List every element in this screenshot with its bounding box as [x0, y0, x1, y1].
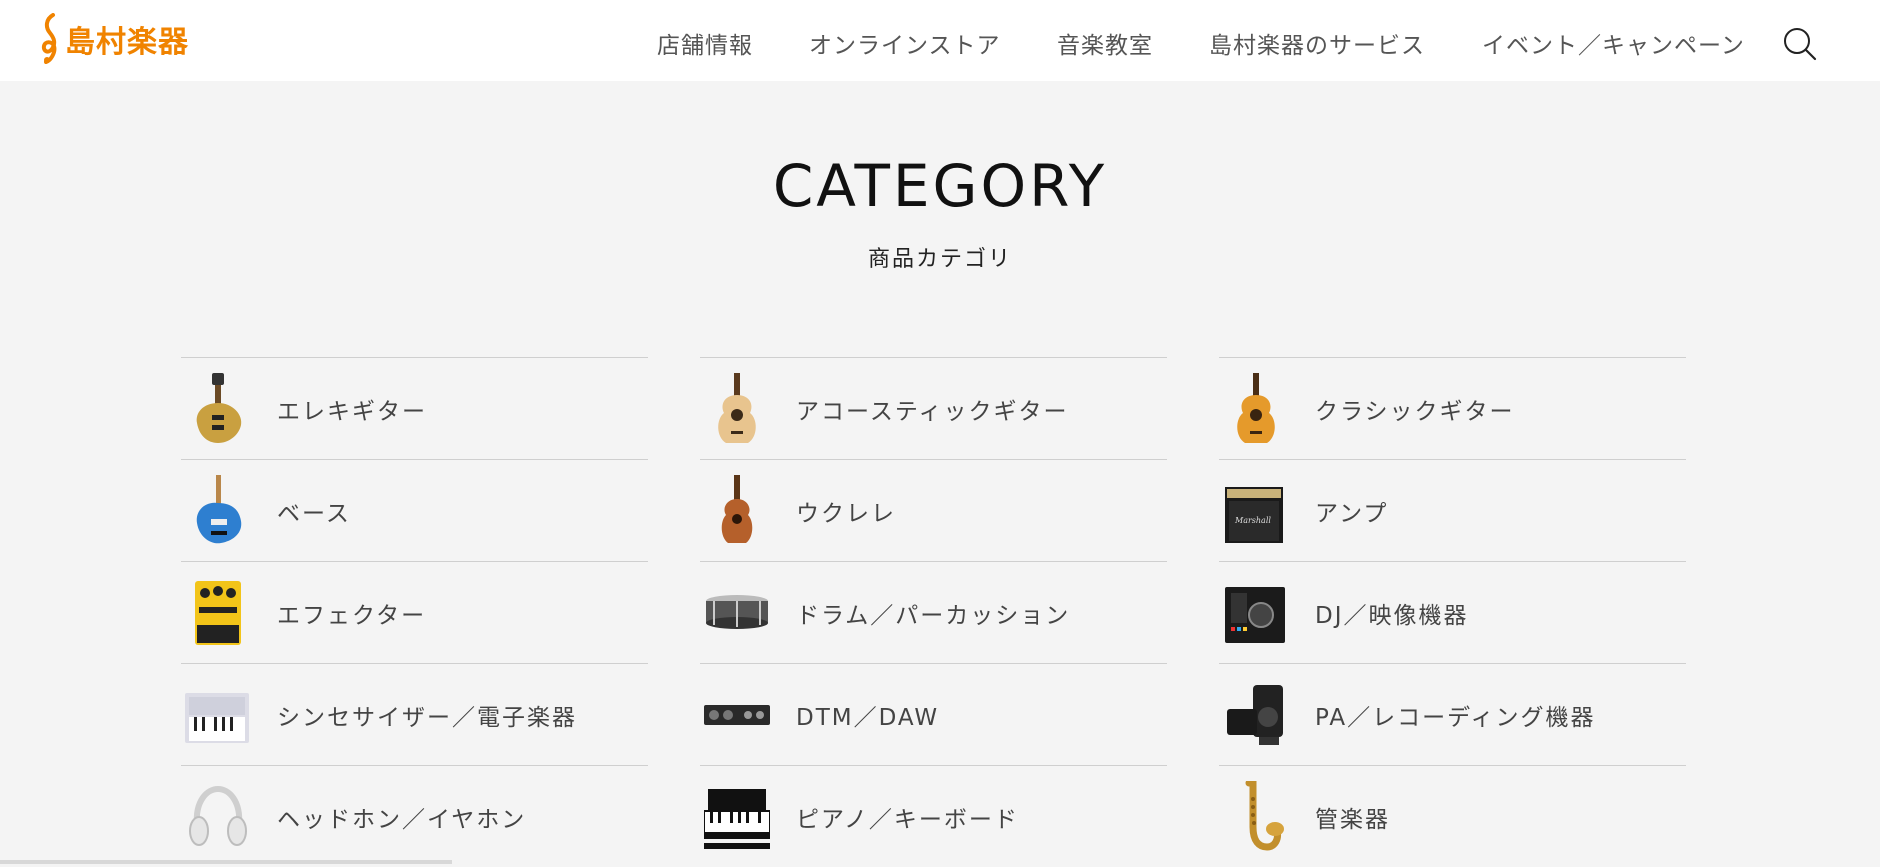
category-label: PA／レコーディング機器 [1315, 704, 1596, 731]
svg-text:Marshall: Marshall [1234, 516, 1271, 525]
category-bass[interactable]: ベース [181, 459, 648, 561]
pa-speaker-icon [1227, 684, 1283, 745]
category-label: シンセサイザー／電子楽器 [277, 704, 577, 731]
category-label: 管楽器 [1315, 806, 1390, 833]
amplifier-icon: Marshall [1225, 486, 1283, 543]
category-drums-percussion[interactable]: ドラム／パーカッション [700, 561, 1167, 663]
horizontal-scrollbar[interactable] [0, 860, 452, 864]
category-grid: エレキギター アコースティックギター クラシックギター ベース ウクレレ Mar… [0, 0, 1880, 864]
synthesizer-icon [185, 692, 249, 743]
category-label: DTM／DAW [796, 704, 940, 731]
effector-pedal-icon [195, 580, 241, 645]
category-pa-recording[interactable]: PA／レコーディング機器 [1219, 663, 1686, 765]
electric-guitar-icon [196, 372, 242, 443]
category-headphones[interactable]: ヘッドホン／イヤホン [181, 765, 648, 867]
ukulele-icon [721, 474, 753, 543]
category-synthesizer[interactable]: シンセサイザー／電子楽器 [181, 663, 648, 765]
category-dtm-daw[interactable]: DTM／DAW [700, 663, 1167, 765]
category-dj-video[interactable]: DJ／映像機器 [1219, 561, 1686, 663]
acoustic-guitar-icon [718, 372, 756, 443]
category-ukulele[interactable]: ウクレレ [700, 459, 1167, 561]
category-electric-guitar[interactable]: エレキギター [181, 357, 648, 459]
headphones-icon [189, 785, 247, 846]
category-label: アンプ [1315, 500, 1389, 527]
classical-guitar-icon [1237, 372, 1275, 443]
category-label: DJ／映像機器 [1315, 602, 1469, 629]
category-label: ドラム／パーカッション [796, 602, 1071, 629]
category-label: アコースティックギター [796, 398, 1069, 425]
bass-guitar-icon [196, 474, 242, 543]
category-label: ヘッドホン／イヤホン [277, 806, 527, 833]
category-label: クラシックギター [1315, 398, 1515, 425]
category-classical-guitar[interactable]: クラシックギター [1219, 357, 1686, 459]
category-label: ベース [277, 500, 351, 527]
category-label: ウクレレ [796, 500, 896, 527]
category-label: ピアノ／キーボード [796, 806, 1019, 833]
snare-drum-icon [706, 594, 768, 629]
category-label: エレキギター [277, 398, 427, 425]
saxophone-icon [1245, 780, 1284, 851]
dj-controller-icon [1225, 586, 1285, 643]
category-piano-keyboard[interactable]: ピアノ／キーボード [700, 765, 1167, 867]
piano-icon [704, 788, 770, 849]
category-wind-instruments[interactable]: 管楽器 [1219, 765, 1686, 867]
category-label: エフェクター [277, 602, 427, 629]
category-effector[interactable]: エフェクター [181, 561, 648, 663]
category-acoustic-guitar[interactable]: アコースティックギター [700, 357, 1167, 459]
audio-interface-icon [704, 704, 770, 725]
category-amp[interactable]: Marshall アンプ [1219, 459, 1686, 561]
